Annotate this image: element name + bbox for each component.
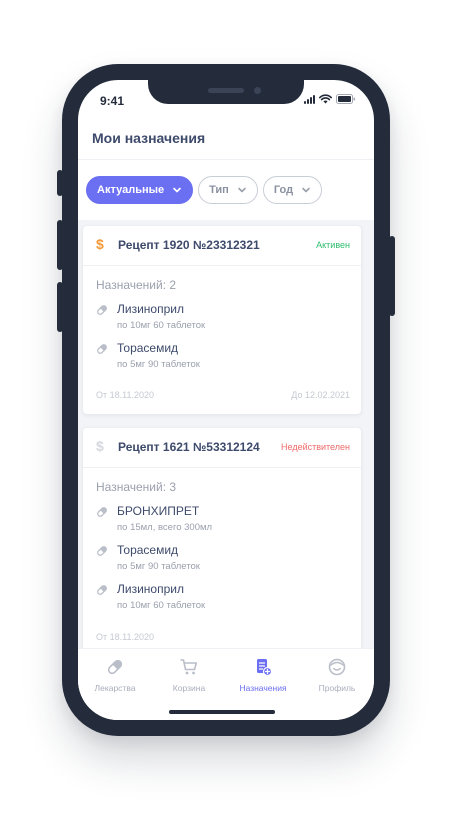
filter-actual-label: Актуальные [97, 184, 165, 196]
tab-profile[interactable]: Профиль [300, 657, 374, 693]
pill-icon [97, 507, 107, 517]
battery-icon [336, 94, 356, 104]
status-badge: Активен [316, 240, 350, 250]
tab-label: Профиль [318, 683, 356, 693]
card-title: Рецепт 1920 №23312321 [118, 238, 260, 252]
date-to: До 12.02.2021 [291, 390, 350, 400]
pill-icon [97, 344, 107, 354]
wifi-icon [319, 94, 332, 104]
medication-dose: по 15мл, всего 300мл [117, 522, 213, 533]
status-icons [304, 94, 356, 104]
pill-icon [97, 305, 107, 315]
dollar-icon: $ [96, 236, 104, 252]
appointments-count: Назначений: 2 [96, 278, 177, 292]
tab-label: Корзина [172, 683, 206, 693]
screen: 9:41 Мои назначения Актуальные Тип Год $… [78, 80, 374, 720]
card-header: $ Рецепт 1621 №53312124 Недействителен [83, 428, 361, 468]
medication-name: Лизиноприл [117, 302, 184, 316]
dollar-icon: $ [96, 438, 104, 454]
volume-up-button [57, 220, 63, 270]
chevron-down-icon [238, 187, 246, 193]
filter-bar: Актуальные Тип Год [86, 176, 323, 204]
pill-icon [97, 585, 107, 595]
medication-name: БРОНХИПРЕТ [117, 504, 200, 518]
filter-type-label: Тип [209, 184, 229, 196]
card-title: Рецепт 1621 №53312124 [118, 440, 260, 454]
appointments-count: Назначений: 3 [96, 480, 177, 494]
cart-icon [180, 659, 198, 675]
medication-dose: по 5мг 90 таблеток [117, 359, 200, 370]
card-header: $ Рецепт 1920 №23312321 Активен [83, 226, 361, 266]
medication-name: Торасемид [117, 543, 179, 557]
phone-frame: 9:41 Мои назначения Актуальные Тип Год $… [57, 64, 395, 736]
chevron-down-icon [302, 187, 310, 193]
medication-name: Торасемид [117, 341, 179, 355]
mute-switch [57, 170, 63, 196]
header: Мои назначения [78, 120, 374, 160]
prescription-card[interactable]: $ Рецепт 1621 №53312124 Недействителен Н… [83, 428, 361, 648]
filter-actual[interactable]: Актуальные [86, 176, 194, 204]
prescription-card[interactable]: $ Рецепт 1920 №23312321 Активен Назначен… [83, 226, 361, 414]
tab-prescriptions[interactable]: Назначения [226, 657, 300, 693]
prescription-icon [257, 659, 273, 677]
filter-year-label: Год [273, 184, 294, 196]
filter-year[interactable]: Год [262, 176, 323, 204]
prescription-list: $ Рецепт 1920 №23312321 Активен Назначен… [78, 220, 374, 648]
pill-icon [97, 546, 107, 556]
status-badge: Недействителен [281, 442, 350, 452]
medication-dose: по 10мг 60 таблеток [117, 600, 206, 611]
tab-medicines[interactable]: Лекарства [78, 657, 152, 693]
status-time: 9:41 [100, 94, 125, 108]
date-from: От 18.11.2020 [96, 632, 154, 642]
medication-dose: по 10мг 60 таблеток [117, 320, 206, 331]
home-indicator [169, 710, 275, 714]
notch [148, 80, 304, 104]
medication-dose: по 5мг 90 таблеток [117, 561, 200, 572]
medication-name: Лизиноприл [117, 582, 184, 596]
tab-label: Назначения [239, 683, 287, 693]
volume-down-button [57, 282, 63, 332]
profile-icon [328, 658, 346, 676]
tab-label: Лекарства [94, 683, 136, 693]
chevron-down-icon [173, 187, 181, 193]
page-title: Мои назначения [92, 130, 206, 146]
power-button [389, 236, 395, 316]
camera [254, 87, 261, 94]
tab-cart[interactable]: Корзина [152, 657, 226, 693]
speaker [208, 88, 244, 93]
filter-type[interactable]: Тип [198, 176, 258, 204]
pill-icon [107, 659, 123, 675]
signal-icon [304, 94, 315, 104]
date-from: От 18.11.2020 [96, 390, 154, 400]
